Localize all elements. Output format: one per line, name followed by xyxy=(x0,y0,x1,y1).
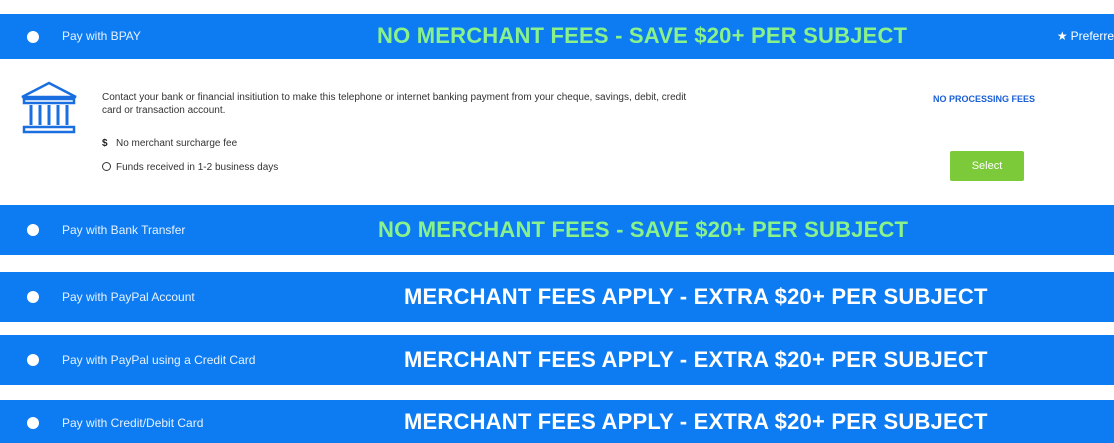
payment-option-paypal-credit-card[interactable]: Pay with PayPal using a Credit Card MERC… xyxy=(0,335,1114,385)
dollar-icon: $ xyxy=(102,138,108,149)
bank-icon xyxy=(21,81,77,134)
payment-option-bank-transfer[interactable]: Pay with Bank Transfer NO MERCHANT FEES … xyxy=(0,205,1114,255)
promo-banner: MERCHANT FEES APPLY - EXTRA $20+ PER SUB… xyxy=(404,347,988,372)
bpay-description: Contact your bank or financial insitiuti… xyxy=(102,92,687,116)
payment-option-bpay[interactable]: Pay with BPAY NO MERCHANT FEES - SAVE $2… xyxy=(0,14,1114,59)
star-icon: ★ xyxy=(1056,29,1068,43)
radio-dot-icon[interactable] xyxy=(27,31,39,43)
payment-option-credit-debit-card[interactable]: Pay with Credit/Debit Card MERCHANT FEES… xyxy=(0,400,1114,443)
preferred-badge: ★ Preferre xyxy=(1057,29,1114,43)
option-label: Pay with BPAY xyxy=(62,29,141,43)
payment-option-paypal-account[interactable]: Pay with PayPal Account MERCHANT FEES AP… xyxy=(0,272,1114,322)
radio-dot-icon[interactable] xyxy=(27,354,39,366)
radio-dot-icon[interactable] xyxy=(27,291,39,303)
clock-icon xyxy=(102,162,111,171)
radio-dot-icon[interactable] xyxy=(27,417,39,429)
preferred-label: Preferre xyxy=(1070,29,1114,43)
promo-banner: NO MERCHANT FEES - SAVE $20+ PER SUBJECT xyxy=(377,23,908,48)
option-label: Pay with PayPal Account xyxy=(62,290,195,304)
option-label: Pay with Bank Transfer xyxy=(62,223,186,237)
bpay-detail-panel: Contact your bank or financial insitiuti… xyxy=(0,59,1114,196)
promo-banner: MERCHANT FEES APPLY - EXTRA $20+ PER SUB… xyxy=(404,284,988,309)
option-label: Pay with Credit/Debit Card xyxy=(62,416,204,430)
feature-funds-time: Funds received in 1-2 business days xyxy=(102,162,278,173)
option-label: Pay with PayPal using a Credit Card xyxy=(62,353,256,367)
feature-no-surcharge: $ No merchant surcharge fee xyxy=(102,138,237,149)
fee-note: NO PROCESSING FEES xyxy=(933,94,1036,104)
feature-text: No merchant surcharge fee xyxy=(116,138,238,149)
promo-banner: NO MERCHANT FEES - SAVE $20+ PER SUBJECT xyxy=(378,217,909,242)
radio-dot-icon[interactable] xyxy=(27,224,39,236)
feature-text: Funds received in 1-2 business days xyxy=(116,162,279,173)
select-button[interactable]: Select xyxy=(950,151,1024,181)
promo-banner: MERCHANT FEES APPLY - EXTRA $20+ PER SUB… xyxy=(404,409,988,434)
